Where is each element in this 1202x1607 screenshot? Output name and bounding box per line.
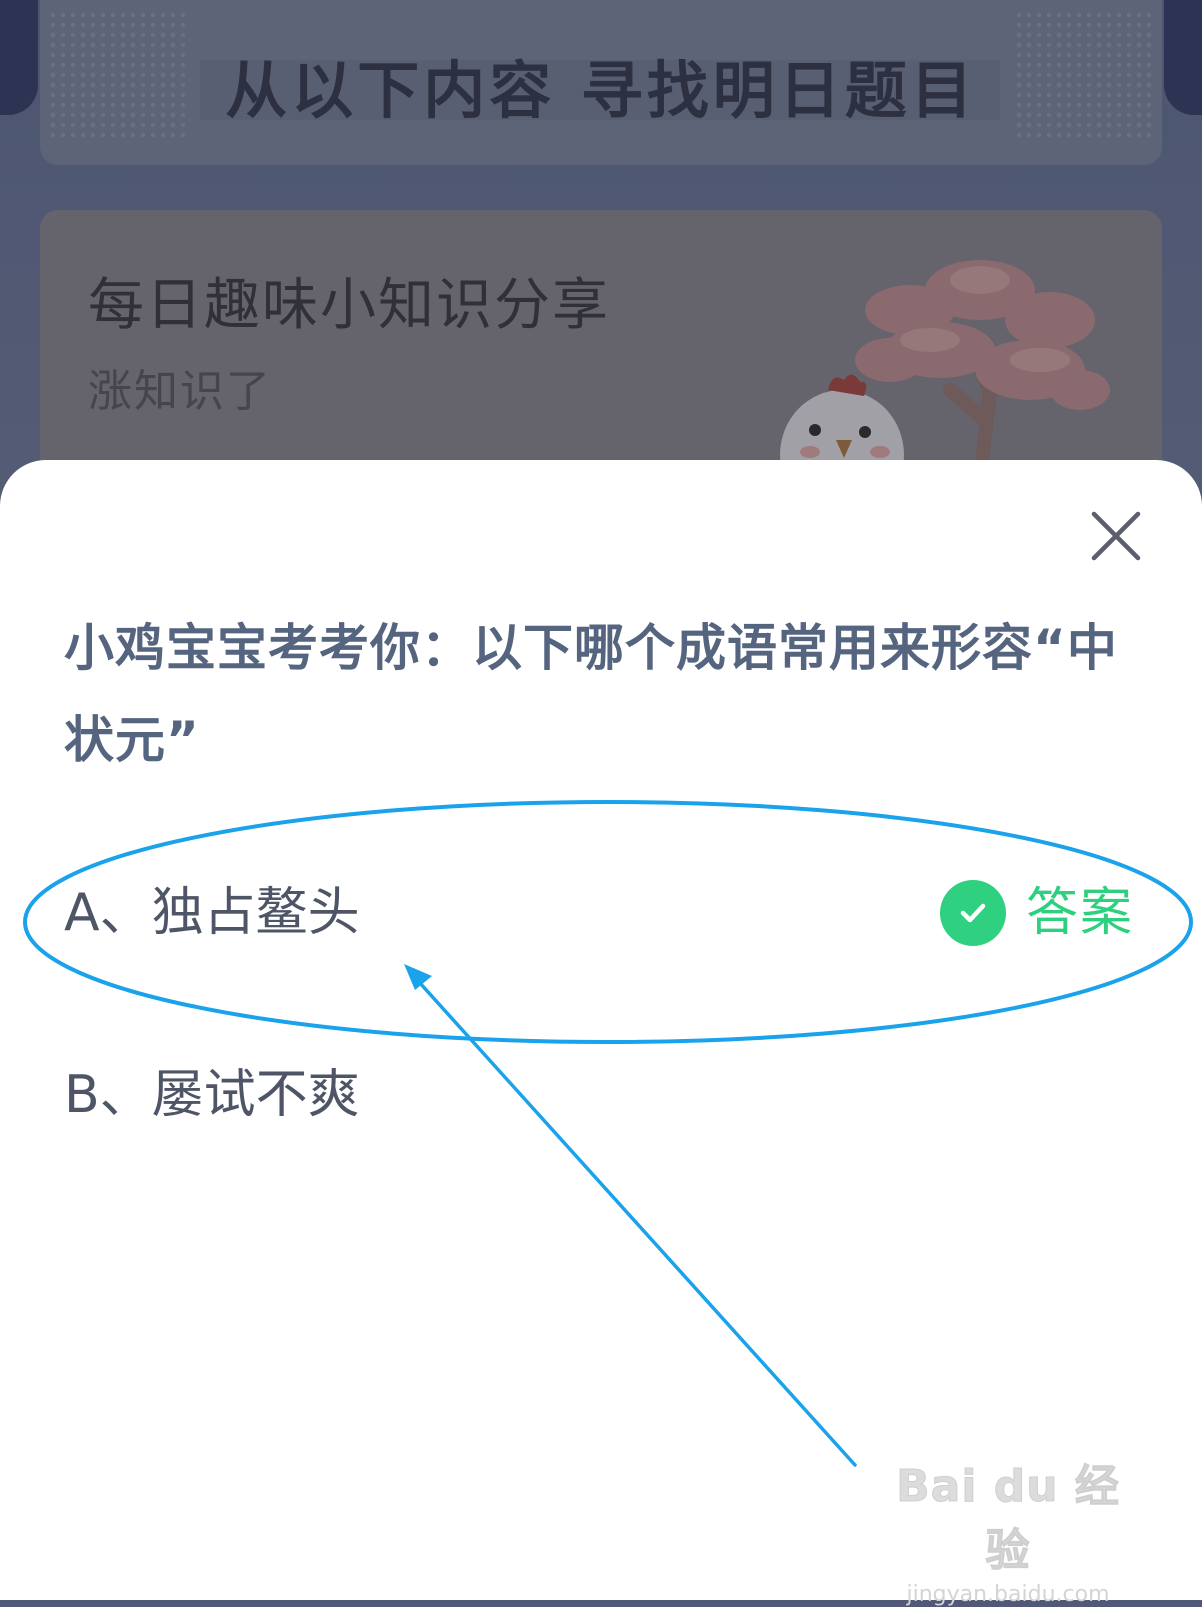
watermark-logo: Bai du 经验 <box>896 1461 1120 1577</box>
option-b-label: B、屡试不爽 <box>64 1065 360 1125</box>
answer-tag: 答案 <box>939 868 1134 958</box>
option-b[interactable]: B、屡试不爽 <box>64 1050 1134 1140</box>
option-a[interactable]: A、独占鳌头 答案 <box>64 868 1134 958</box>
close-icon <box>1091 511 1141 561</box>
answer-label: 答案 <box>1025 883 1134 943</box>
baidu-jingyan-watermark: Bai du 经验 jingyan.baidu.com <box>878 1450 1138 1607</box>
knowledge-card-subtitle: 涨知识了 <box>88 366 272 417</box>
background-heading: 从以下内容 寻找明日题目 <box>225 54 977 127</box>
close-button[interactable] <box>1086 506 1146 566</box>
background-page: 从以下内容 寻找明日题目 每日趣味小知识分享 涨知识了 <box>0 0 1202 540</box>
knowledge-card-title: 每日趣味小知识分享 <box>88 273 610 338</box>
watermark-url: jingyan.baidu.com <box>906 1582 1110 1607</box>
quiz-question: 小鸡宝宝考考你：以下哪个成语常用来形容“中状元” <box>64 619 1118 769</box>
check-circle-icon <box>939 880 1006 946</box>
tree-chicken-illustration <box>780 260 1110 480</box>
quiz-dialog: 小鸡宝宝考考你：以下哪个成语常用来形容“中状元” A、独占鳌头 答案 B、屡试不… <box>0 460 1202 1600</box>
option-a-label: A、独占鳌头 <box>64 883 360 943</box>
